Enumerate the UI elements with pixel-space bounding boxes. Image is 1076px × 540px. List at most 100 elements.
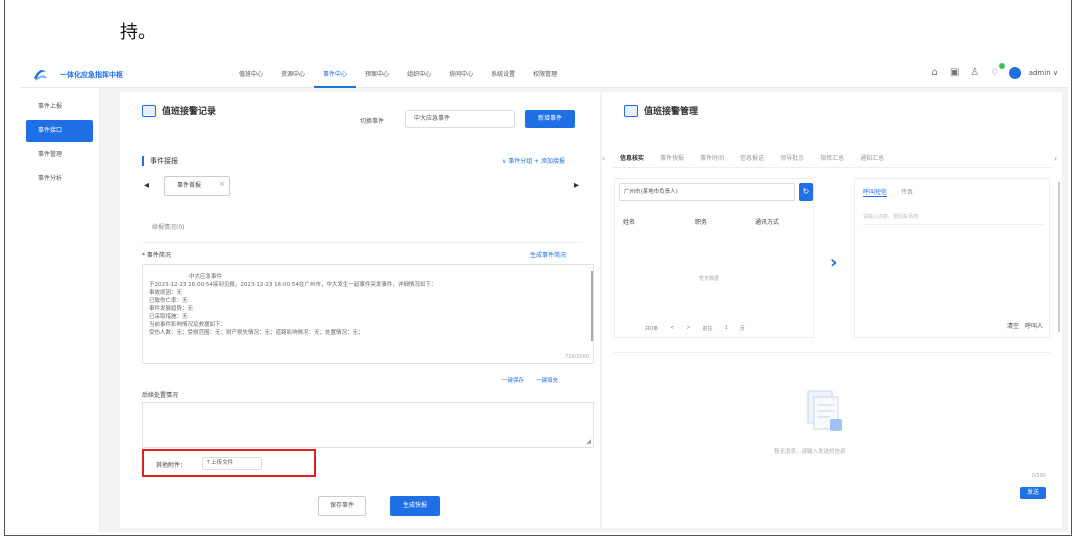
- duty-record-panel: 值班接警记录 切换事件 中大应急事件 新增事件 事件接报 ∨ 事件分组 + 添加…: [120, 92, 600, 528]
- summary-line: 已致伤亡率：无: [149, 298, 188, 304]
- nav-item-settings[interactable]: 系统设置: [482, 62, 524, 88]
- generate-report-button[interactable]: 生成快报: [390, 496, 440, 516]
- scrollbar[interactable]: [591, 271, 593, 341]
- sidebar-item-event-report[interactable]: 事件上报: [26, 96, 93, 118]
- add-report-link[interactable]: + 添加接报: [534, 156, 565, 165]
- quick-save-link[interactable]: 一键保存: [502, 376, 524, 384]
- tab-fax[interactable]: 传真: [901, 187, 913, 197]
- logo-icon: [34, 70, 47, 81]
- total-count: 共0条: [645, 326, 659, 332]
- nav-item-permission[interactable]: 权限管理: [524, 62, 566, 88]
- column-header-name: 姓名: [623, 219, 636, 226]
- document-text: 持。: [120, 22, 156, 43]
- tab-label: 事件首报: [177, 182, 202, 189]
- notification-icon[interactable]: ♢: [989, 63, 1005, 79]
- follow-up-handling-textarea[interactable]: ◢: [142, 402, 594, 448]
- tab-leader-instruction[interactable]: 领导批示: [772, 150, 812, 167]
- goto-label: 前往: [702, 326, 713, 332]
- contact-select[interactable]: 广州市(某地市负责人): [619, 183, 795, 201]
- tab-quick-report[interactable]: 事件快报: [652, 150, 692, 167]
- generate-summary-link[interactable]: 生成事件简况: [530, 250, 566, 259]
- panel-header: 值班接警管理: [624, 104, 698, 117]
- send-button[interactable]: 发送: [1020, 487, 1046, 499]
- user-menu[interactable]: admin ∨: [1029, 69, 1058, 77]
- tab-prev-icon[interactable]: ◂: [144, 180, 149, 191]
- summary-line: 事件发展趋势：无: [149, 306, 194, 312]
- message-card: 暂无消息，请输入发送的信息 0/500 发送: [614, 352, 1050, 516]
- nav-item-org[interactable]: 组织中心: [398, 62, 440, 88]
- filter-label: 切换事件: [360, 118, 385, 125]
- tab-verify[interactable]: 信息核实: [612, 150, 652, 167]
- follow-up-handling-label: 后续处置情况: [142, 392, 179, 399]
- notification-badge: [998, 63, 1005, 69]
- user-icon[interactable]: ♙: [969, 67, 981, 79]
- sidebar-item-event-analysis[interactable]: 事件分析: [26, 168, 93, 190]
- section-title: 事件接报: [150, 157, 178, 165]
- resize-handle-icon[interactable]: ◢: [586, 438, 591, 445]
- page-unit: 页: [739, 326, 745, 332]
- close-icon[interactable]: ×: [219, 175, 225, 193]
- summary-line: 事故原因：无: [149, 290, 183, 296]
- summary-line: 当前事件影响情况及救援如下：: [149, 322, 227, 328]
- tab-call-sms[interactable]: 呼叫短信: [863, 187, 888, 197]
- panel-header: 值班接警记录: [142, 104, 216, 117]
- attachment-highlight-box: 其他附件： ⤒ 上传文件: [142, 449, 316, 477]
- brand-name: 一体化应急指挥中枢: [60, 71, 123, 79]
- section-header: 事件接报 ∨ 事件分组 + 添加接报: [142, 154, 582, 168]
- nav-item-plan[interactable]: 预案中心: [356, 62, 398, 88]
- empty-message-illustration-icon: [807, 390, 842, 431]
- refresh-icon[interactable]: ↻: [799, 183, 813, 201]
- summary-line: 已采取措施：无: [149, 314, 188, 320]
- nav-item-resource[interactable]: 资源中心: [272, 62, 314, 88]
- panel-title: 值班接警记录: [162, 107, 217, 117]
- quick-fill-link[interactable]: 一键填充: [536, 376, 558, 384]
- right-tabs: 信息核实 事件快报 事件时间 信息报送 领导批示 指挥汇总 通知汇总: [612, 150, 1052, 168]
- group-link[interactable]: ∨ 事件分组: [502, 156, 532, 165]
- empty-state: 暂无数据: [699, 276, 720, 282]
- attachment-label: 其他附件：: [156, 462, 187, 469]
- tab-command-summary[interactable]: 指挥汇总: [812, 150, 852, 167]
- tab-next-icon[interactable]: ▸: [574, 180, 579, 191]
- next-page-button[interactable]: >: [686, 325, 690, 332]
- call-button[interactable]: 呼叫人: [1025, 321, 1043, 330]
- summary-line: 中大应急事件: [189, 274, 223, 280]
- column-header-title: 职务: [695, 219, 708, 226]
- call-card: 呼叫短信 传真 请输入内容，按回车添加 清空 呼叫人: [854, 178, 1050, 338]
- event-summary-textarea[interactable]: 中大应急事件 于2023-12-23 16:00:54接到见报，2023-12-…: [142, 264, 594, 364]
- calendar-icon[interactable]: ▣: [949, 67, 961, 79]
- summary-line: 受伤人数：无；受损范围：无；财产损失情况：无；道路影响情况：无；处置情况：无；: [149, 330, 364, 336]
- nav-item-event[interactable]: 事件中心: [314, 62, 357, 88]
- message-count: 0/500: [1031, 473, 1046, 479]
- scrollbar[interactable]: [1058, 182, 1060, 332]
- save-event-button[interactable]: 保存事件: [318, 496, 366, 516]
- tabs-next-icon[interactable]: ›: [1054, 154, 1057, 163]
- section-marker: [142, 156, 144, 166]
- tabs-prev-icon[interactable]: ‹: [602, 154, 605, 163]
- duty-manage-panel: 值班接警管理 ‹ 信息核实 事件快报 事件时间 信息报送 领导批示 指挥汇总 通…: [602, 92, 1062, 528]
- upload-file-button[interactable]: ⤒ 上传文件: [202, 457, 262, 470]
- sidebar-item-event-manage[interactable]: 事件管理: [26, 144, 93, 166]
- main-nav: 值班中心 资源中心 事件中心 预案中心 组织中心 协同中心 系统设置 权限管理: [230, 62, 566, 88]
- tab-notice-summary[interactable]: 通知汇总: [852, 150, 892, 167]
- divider: [142, 242, 582, 243]
- tab-event-time[interactable]: 事件时间: [692, 150, 732, 167]
- event-select[interactable]: 中大应急事件: [405, 110, 515, 128]
- event-tabs-row: ◂ 事件首报 × ▸: [142, 176, 582, 198]
- page-input[interactable]: 1: [725, 325, 728, 332]
- nav-item-collab[interactable]: 协同中心: [440, 62, 482, 88]
- clear-button[interactable]: 清空: [1007, 321, 1019, 330]
- call-input[interactable]: 请输入内容，按回车添加: [863, 209, 1043, 225]
- top-navigation-bar: 一体化应急指挥中枢 值班中心 资源中心 事件中心 预案中心 组织中心 协同中心 …: [20, 62, 1068, 88]
- chevron-right-icon[interactable]: ›: [830, 252, 837, 273]
- new-event-button[interactable]: 新增事件: [525, 110, 575, 128]
- sidebar-item-event-interface[interactable]: 事件接口: [26, 120, 93, 142]
- nav-item-duty[interactable]: 值班中心: [230, 62, 272, 88]
- home-icon[interactable]: ⌂: [929, 67, 941, 79]
- follow-up-label[interactable]: 续报情况(0): [152, 222, 185, 231]
- tab-event-first-report[interactable]: 事件首报 ×: [164, 176, 230, 196]
- call-tabs: 呼叫短信 传真: [863, 187, 913, 197]
- contact-card: 广州市(某地市负责人) ↻ 姓名 职务 通讯方式 暂无数据 共0条 < > 前往…: [614, 178, 814, 338]
- tab-info-submit[interactable]: 信息报送: [732, 150, 772, 167]
- avatar[interactable]: [1008, 67, 1021, 79]
- prev-page-button[interactable]: <: [670, 325, 674, 332]
